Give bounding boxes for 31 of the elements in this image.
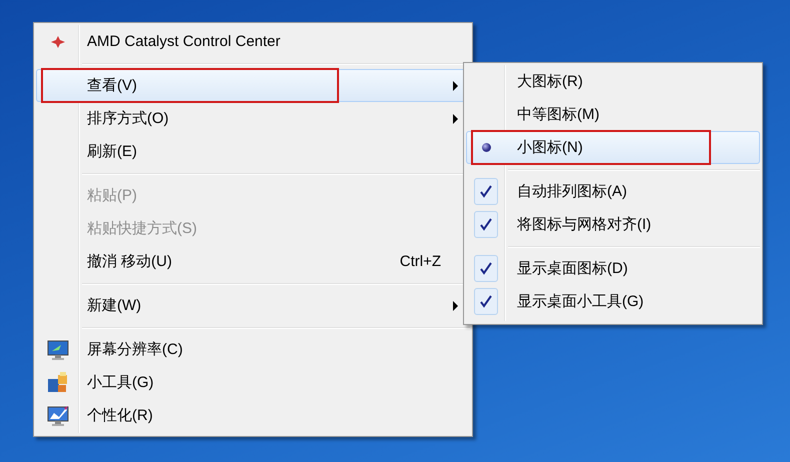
- menu-label: 个性化(R): [87, 407, 153, 424]
- menu-label: 显示桌面图标(D): [517, 260, 628, 277]
- menu-label: 查看(V): [87, 77, 137, 94]
- menu-label: 撤消 移动(U): [87, 253, 172, 270]
- menu-label: 大图标(R): [517, 73, 583, 90]
- menu-label: 中等图标(M): [517, 106, 600, 123]
- monitor-brush-icon: [47, 404, 69, 426]
- menu-label: 小图标(N): [517, 139, 583, 156]
- monitor-icon: [47, 338, 69, 360]
- menu-label: 显示桌面小工具(G): [517, 293, 644, 310]
- menu-label: 自动排列图标(A): [517, 183, 627, 200]
- star-icon: [50, 36, 66, 48]
- menu-label: 小工具(G): [87, 374, 154, 391]
- menu-item[interactable]: 小图标(N): [466, 131, 760, 164]
- menu-item[interactable]: 自动排列图标(A): [466, 175, 760, 208]
- menu-item[interactable]: 将图标与网格对齐(I): [466, 208, 760, 241]
- gadget-icon: [47, 372, 69, 394]
- menu-item[interactable]: 显示桌面图标(D): [466, 252, 760, 285]
- menu-label: 屏幕分辨率(C): [87, 341, 183, 358]
- menu-label: 新建(W): [87, 297, 142, 314]
- menu-item[interactable]: 个性化(R): [36, 399, 470, 432]
- menu-label: 粘贴快捷方式(S): [87, 220, 197, 237]
- shortcut-label: Ctrl+Z: [400, 253, 442, 270]
- menu-item[interactable]: 屏幕分辨率(C): [36, 333, 470, 366]
- menu-label: 粘贴(P): [87, 187, 137, 204]
- menu-label: AMD Catalyst Control Center: [87, 33, 280, 50]
- menu-label: 排序方式(O): [87, 110, 169, 127]
- menu-item[interactable]: 小工具(G): [36, 366, 470, 399]
- menu-item[interactable]: AMD Catalyst Control Center: [36, 25, 470, 58]
- menu-label: 刷新(E): [87, 143, 137, 160]
- menu-label: 将图标与网格对齐(I): [517, 216, 652, 233]
